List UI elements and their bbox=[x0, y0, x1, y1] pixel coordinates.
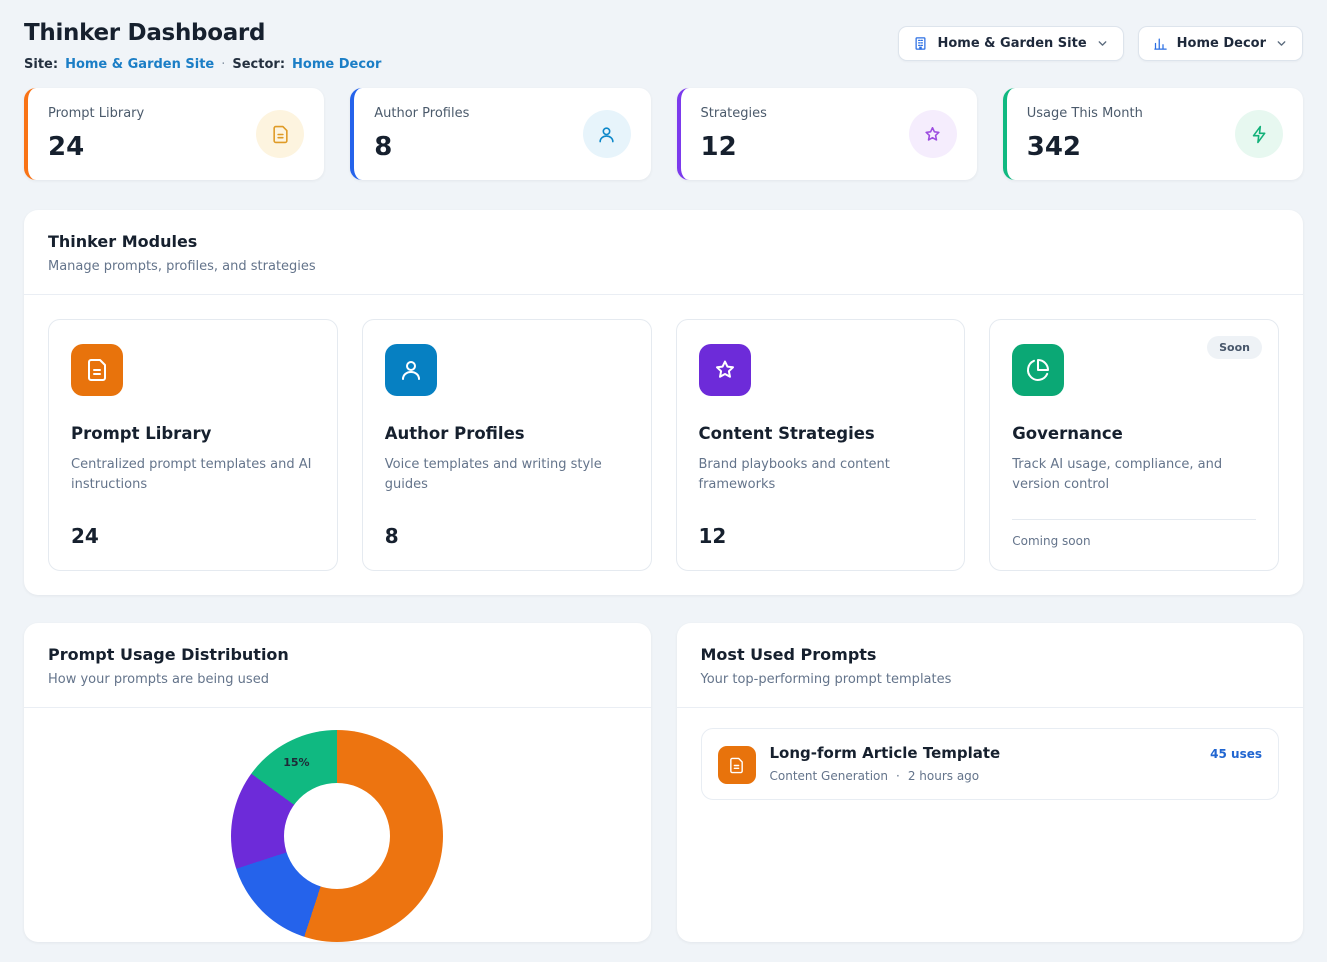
modules-header: Thinker Modules Manage prompts, profiles… bbox=[24, 210, 1303, 295]
header-titles: Thinker Dashboard Site: Home & Garden Si… bbox=[24, 20, 381, 72]
star-icon bbox=[909, 110, 957, 158]
modules-grid: Prompt Library Centralized prompt templa… bbox=[24, 295, 1303, 595]
module-count: 12 bbox=[699, 508, 943, 548]
prompt-item-category: Content Generation bbox=[770, 769, 888, 783]
stat-text: Author Profiles 8 bbox=[374, 106, 469, 162]
item-text: Long-form Article Template Content Gener… bbox=[770, 744, 1001, 783]
module-title: Governance bbox=[1012, 424, 1256, 443]
donut-chart: 15% bbox=[231, 730, 443, 942]
thinker-modules-panel: Thinker Modules Manage prompts, profiles… bbox=[24, 210, 1303, 595]
person-icon bbox=[583, 110, 631, 158]
stat-label: Strategies bbox=[701, 106, 767, 121]
stat-card-usage: Usage This Month 342 bbox=[1003, 88, 1303, 180]
module-description: Centralized prompt templates and AI inst… bbox=[71, 455, 315, 495]
module-card-author-profiles[interactable]: Author Profiles Voice templates and writ… bbox=[362, 319, 652, 571]
stat-text: Strategies 12 bbox=[701, 106, 767, 162]
usage-header: Prompt Usage Distribution How your promp… bbox=[24, 623, 651, 708]
dashboard-page: Thinker Dashboard Site: Home & Garden Si… bbox=[0, 0, 1327, 962]
site-link[interactable]: Home & Garden Site bbox=[65, 57, 214, 72]
usage-subtitle: How your prompts are being used bbox=[48, 672, 627, 687]
module-count: 24 bbox=[71, 508, 315, 548]
sector-label: Sector: bbox=[232, 57, 285, 72]
stat-value: 12 bbox=[701, 132, 767, 162]
module-description: Brand playbooks and content frameworks bbox=[699, 455, 943, 495]
site-label: Site: bbox=[24, 57, 58, 72]
stat-text: Prompt Library 24 bbox=[48, 106, 144, 162]
prompt-item-meta: Content Generation · 2 hours ago bbox=[770, 769, 1001, 783]
module-card-governance[interactable]: Soon Governance Track AI usage, complian… bbox=[989, 319, 1279, 571]
prompt-item-uses: 45 uses bbox=[1210, 744, 1262, 761]
prompts-title: Most Used Prompts bbox=[701, 645, 1280, 664]
stats-row: Prompt Library 24 Author Profiles 8 Stra… bbox=[24, 88, 1303, 180]
sector-link[interactable]: Home Decor bbox=[292, 57, 381, 72]
modules-subtitle: Manage prompts, profiles, and strategies bbox=[48, 259, 1279, 274]
chart-body: 15% bbox=[24, 708, 651, 942]
bar-chart-icon bbox=[1153, 36, 1168, 51]
lightning-icon bbox=[1235, 110, 1283, 158]
stat-label: Author Profiles bbox=[374, 106, 469, 121]
module-description: Voice templates and writing style guides bbox=[385, 455, 629, 495]
prompts-list: Long-form Article Template Content Gener… bbox=[677, 708, 1304, 820]
stat-text: Usage This Month 342 bbox=[1027, 106, 1143, 162]
module-card-content-strategies[interactable]: Content Strategies Brand playbooks and c… bbox=[676, 319, 966, 571]
stat-card-prompt-library: Prompt Library 24 bbox=[24, 88, 324, 180]
soon-badge: Soon bbox=[1207, 336, 1262, 359]
stat-value: 342 bbox=[1027, 132, 1143, 162]
stat-card-author-profiles: Author Profiles 8 bbox=[350, 88, 650, 180]
page-title: Thinker Dashboard bbox=[24, 20, 381, 46]
prompt-item-title: Long-form Article Template bbox=[770, 744, 1001, 762]
most-used-prompts-panel: Most Used Prompts Your top-performing pr… bbox=[677, 623, 1304, 942]
prompt-usage-panel: Prompt Usage Distribution How your promp… bbox=[24, 623, 651, 942]
stat-label: Prompt Library bbox=[48, 106, 144, 121]
stat-value: 8 bbox=[374, 132, 469, 162]
coming-soon-text: Coming soon bbox=[1012, 520, 1256, 548]
person-icon bbox=[385, 344, 437, 396]
usage-title: Prompt Usage Distribution bbox=[48, 645, 627, 664]
bottom-row: Prompt Usage Distribution How your promp… bbox=[24, 623, 1303, 942]
star-icon bbox=[699, 344, 751, 396]
page-header: Thinker Dashboard Site: Home & Garden Si… bbox=[24, 20, 1303, 72]
chevron-down-icon bbox=[1096, 37, 1109, 50]
separator-dot: · bbox=[221, 57, 225, 72]
building-icon bbox=[913, 36, 928, 51]
module-count: 8 bbox=[385, 508, 629, 548]
sector-dropdown-label: Home Decor bbox=[1177, 36, 1266, 51]
modules-title: Thinker Modules bbox=[48, 232, 1279, 251]
site-dropdown[interactable]: Home & Garden Site bbox=[898, 26, 1123, 61]
prompt-item-time: 2 hours ago bbox=[908, 769, 979, 783]
header-controls: Home & Garden Site Home Decor bbox=[898, 26, 1303, 61]
document-icon bbox=[71, 344, 123, 396]
module-description: Track AI usage, compliance, and version … bbox=[1012, 455, 1256, 495]
sector-dropdown[interactable]: Home Decor bbox=[1138, 26, 1303, 61]
module-card-prompt-library[interactable]: Prompt Library Centralized prompt templa… bbox=[48, 319, 338, 571]
prompts-subtitle: Your top-performing prompt templates bbox=[701, 672, 1280, 687]
stat-card-strategies: Strategies 12 bbox=[677, 88, 977, 180]
stat-label: Usage This Month bbox=[1027, 106, 1143, 121]
donut-segment-label: 15% bbox=[283, 756, 309, 769]
document-icon bbox=[718, 746, 756, 784]
site-dropdown-label: Home & Garden Site bbox=[937, 36, 1086, 51]
chevron-down-icon bbox=[1275, 37, 1288, 50]
module-title: Prompt Library bbox=[71, 424, 315, 443]
separator-dot: · bbox=[896, 769, 900, 783]
site-sector-line: Site: Home & Garden Site · Sector: Home … bbox=[24, 57, 381, 72]
module-title: Content Strategies bbox=[699, 424, 943, 443]
pie-chart-icon bbox=[1012, 344, 1064, 396]
document-icon bbox=[256, 110, 304, 158]
stat-value: 24 bbox=[48, 132, 144, 162]
module-title: Author Profiles bbox=[385, 424, 629, 443]
list-item[interactable]: Long-form Article Template Content Gener… bbox=[701, 728, 1280, 800]
prompts-header: Most Used Prompts Your top-performing pr… bbox=[677, 623, 1304, 708]
